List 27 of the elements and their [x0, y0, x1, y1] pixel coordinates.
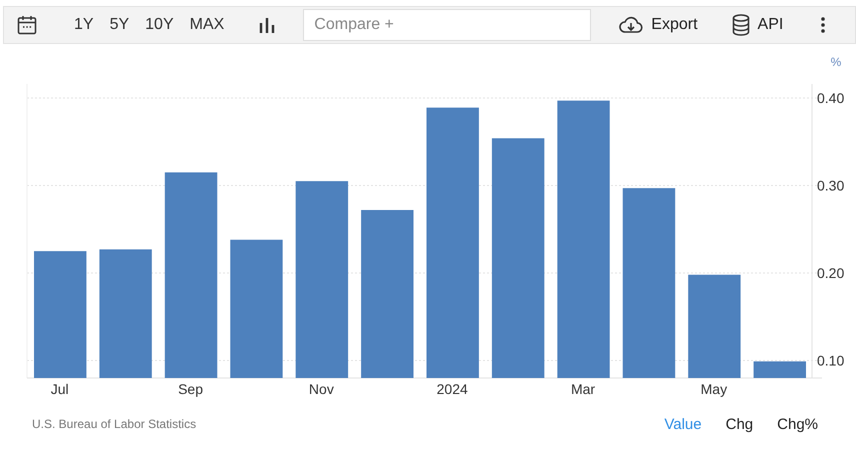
more-icon[interactable]	[821, 17, 826, 33]
y-axis-label: 0.10	[817, 352, 844, 368]
y-axis-label: 0.40	[817, 90, 844, 106]
range-tab[interactable]: 5Y	[102, 14, 136, 36]
range-tab[interactable]: MAX	[182, 14, 232, 36]
x-axis-label: Jul	[50, 381, 69, 397]
x-axis-label: Sep	[178, 381, 203, 397]
x-axis-label: Mar	[570, 381, 596, 397]
x-axis-label: Nov	[308, 381, 334, 397]
range-tab[interactable]: 1Y	[67, 14, 101, 36]
mode-tab[interactable]: Chg%	[777, 416, 818, 432]
range-tab[interactable]: 10Y	[138, 14, 181, 36]
source-text: U.S. Bureau of Labor Statistics	[32, 417, 198, 431]
calendar-icon[interactable]	[17, 15, 37, 35]
mode-tab[interactable]: Chg	[726, 416, 754, 432]
y-axis-label: 0.30	[817, 178, 844, 194]
compare-field[interactable]: Compare +	[303, 9, 592, 41]
x-axis-label: May	[700, 381, 728, 397]
unit-label: %	[830, 55, 842, 69]
api-button[interactable]: API	[732, 14, 784, 36]
database-icon	[732, 14, 750, 36]
export-button[interactable]: Export	[619, 16, 698, 34]
cloud-download-icon	[619, 16, 644, 34]
bar	[754, 361, 806, 378]
x-axis-label: 2024	[436, 381, 468, 397]
bar-chart-icon[interactable]	[259, 17, 276, 33]
y-axis-label: 0.20	[817, 265, 844, 281]
